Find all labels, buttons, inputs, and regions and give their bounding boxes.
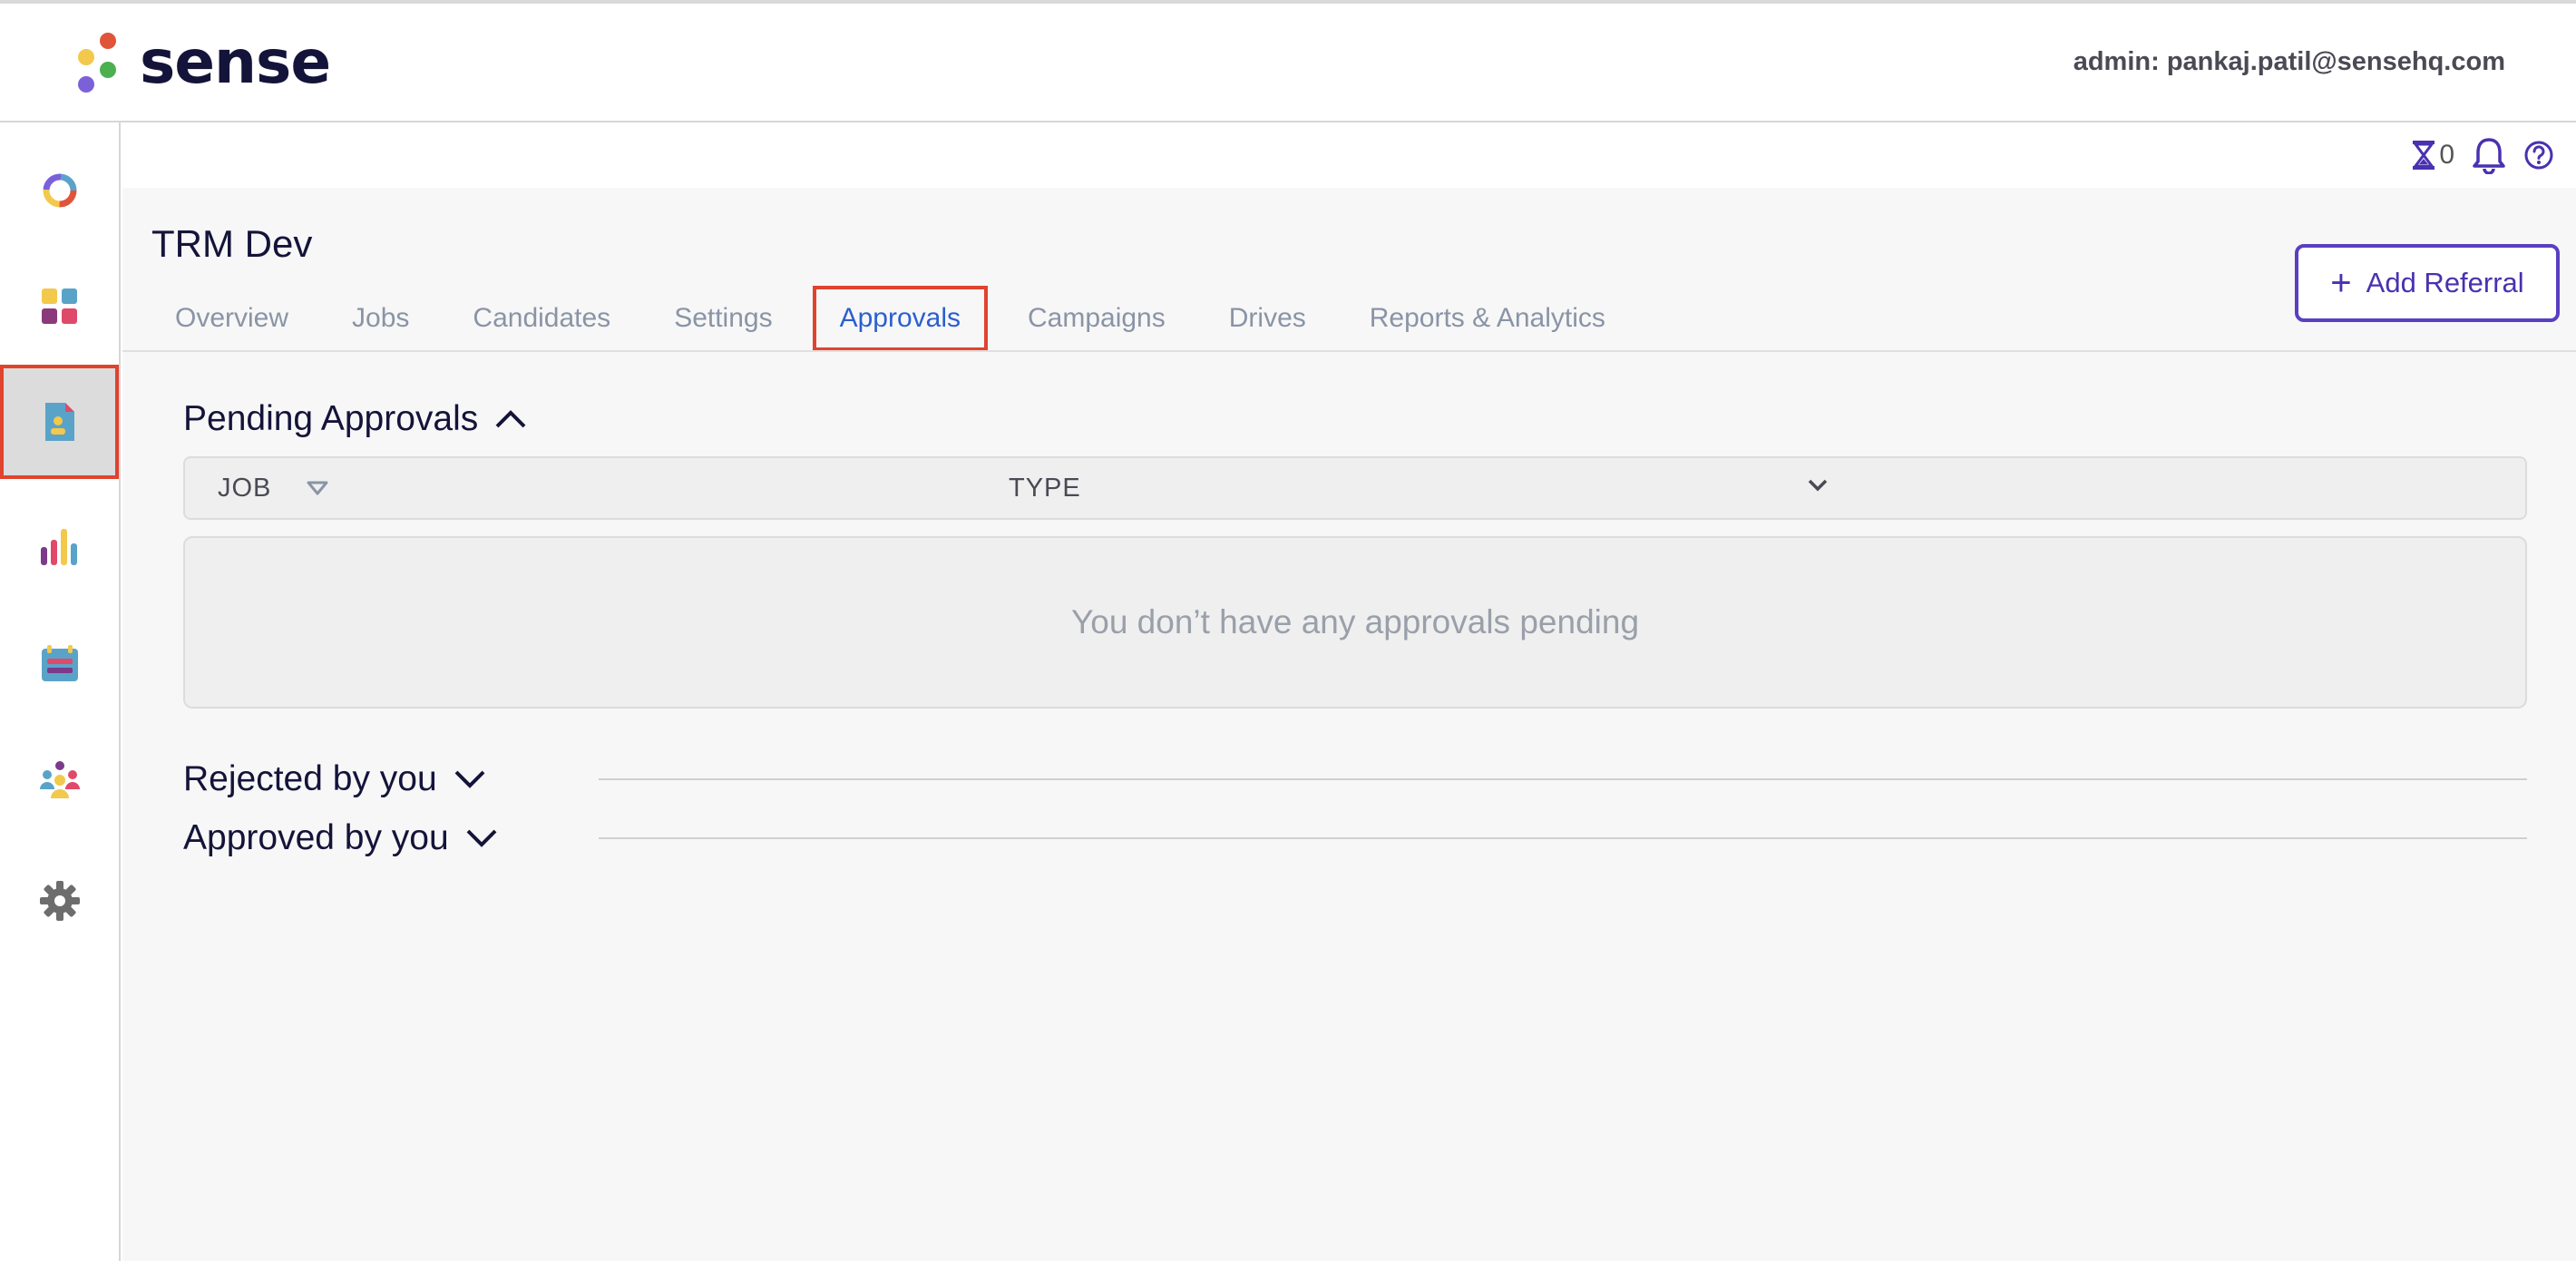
sidebar-nav — [0, 122, 121, 1261]
help-icon[interactable] — [2523, 140, 2554, 171]
job-column-label: JOB — [218, 474, 272, 503]
sidebar-item-calendar[interactable] — [0, 606, 119, 720]
pending-approvals-title: Pending Approvals — [183, 399, 479, 438]
empty-approvals-box: You don’t have any approvals pending — [183, 536, 2527, 709]
dashboard-grid-icon — [41, 288, 77, 324]
referral-document-icon — [44, 403, 74, 441]
pending-approvals-toggle[interactable]: Pending Approvals — [183, 399, 527, 439]
type-column-label: TYPE — [1009, 474, 1081, 503]
approved-by-you-toggle[interactable]: Approved by you — [183, 818, 498, 858]
sidebar-item-overview[interactable] — [0, 133, 119, 248]
tab-jobs[interactable]: Jobs — [328, 286, 433, 351]
empty-approvals-message: You don’t have any approvals pending — [1070, 603, 1640, 640]
approved-divider — [599, 837, 2527, 839]
rejected-by-you-toggle[interactable]: Rejected by you — [183, 759, 486, 799]
rejected-by-you-title: Rejected by you — [183, 759, 437, 798]
add-referral-button[interactable]: + Add Referral — [2295, 244, 2560, 322]
page-title: TRM Dev — [151, 222, 313, 265]
top-bar: sense admin: pankaj.patil@sensehq.com — [0, 0, 2576, 122]
pending-tasks-indicator[interactable]: 0 — [2412, 140, 2454, 171]
tab-reports-analytics[interactable]: Reports & Analytics — [1346, 286, 1629, 351]
sidebar-item-dashboard[interactable] — [0, 249, 119, 364]
utility-bar: 0 — [122, 122, 2576, 188]
bell-icon[interactable] — [2471, 136, 2507, 174]
sidebar-item-community[interactable] — [0, 723, 119, 837]
main-content: 0 TRM Dev + Add Referral Overview Jobs C… — [122, 122, 2576, 1261]
tab-drives[interactable]: Drives — [1205, 286, 1330, 351]
gear-icon — [39, 881, 80, 921]
job-column-header[interactable]: JOB — [218, 458, 329, 518]
sense-logo[interactable]: sense — [74, 27, 331, 97]
approvals-table-header: JOB TYPE — [183, 456, 2527, 520]
chevron-down-icon — [466, 829, 497, 847]
tab-bar: Overview Jobs Candidates Settings Approv… — [151, 286, 1645, 351]
plus-icon: + — [2330, 263, 2352, 303]
tab-settings[interactable]: Settings — [650, 286, 795, 351]
tab-overview[interactable]: Overview — [151, 286, 312, 351]
chevron-up-icon — [495, 410, 526, 428]
hourglass-icon — [2413, 141, 2435, 170]
approved-by-you-title: Approved by you — [183, 818, 449, 857]
rejected-divider — [599, 778, 2527, 780]
donut-chart-icon — [43, 173, 76, 208]
admin-account-label[interactable]: admin: pankaj.patil@sensehq.com — [2073, 47, 2505, 77]
chevron-down-icon — [454, 770, 485, 788]
hourglass-count: 0 — [2439, 140, 2454, 170]
tabs-divider — [122, 350, 2576, 352]
bar-chart-icon — [40, 529, 77, 565]
sort-down-icon — [307, 481, 328, 495]
type-filter-chevron-icon[interactable] — [1807, 478, 1829, 493]
tab-candidates[interactable]: Candidates — [449, 286, 634, 351]
sidebar-item-settings[interactable] — [0, 844, 119, 958]
sidebar-item-analytics[interactable] — [0, 490, 119, 604]
tab-approvals[interactable]: Approvals — [812, 286, 988, 351]
calendar-icon — [41, 645, 78, 681]
logo-wordmark: sense — [140, 27, 331, 97]
sidebar-item-referrals[interactable] — [0, 365, 119, 479]
add-referral-label: Add Referral — [2366, 267, 2524, 298]
community-people-icon — [39, 761, 80, 798]
tab-campaigns[interactable]: Campaigns — [1004, 286, 1189, 351]
logo-dots-icon — [74, 29, 120, 96]
